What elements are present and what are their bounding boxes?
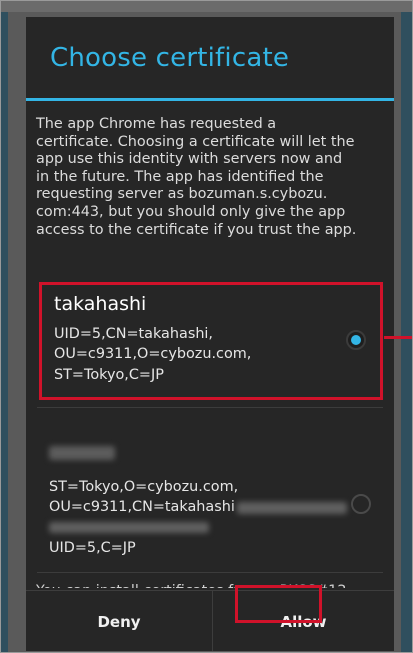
image-border [0, 0, 413, 653]
